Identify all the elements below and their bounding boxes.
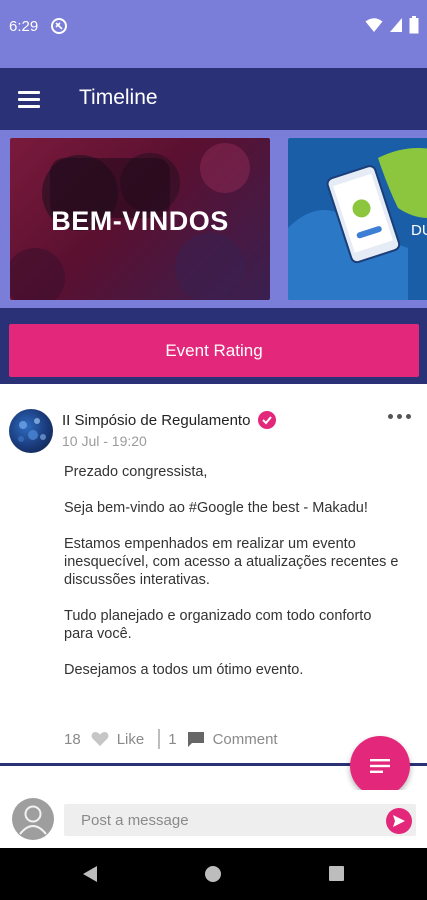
avatar-pattern: [18, 418, 46, 442]
comment-button[interactable]: Comment: [187, 731, 278, 748]
post-author[interactable]: II Simpósio de Regulamento: [62, 411, 277, 429]
heart-icon: [91, 731, 109, 746]
timeline-post: II Simpósio de Regulamento 10 Jul - 19:2…: [0, 384, 427, 766]
post-author-name: II Simpósio de Regulamento: [62, 411, 251, 429]
send-icon: [393, 815, 405, 827]
banner-carousel[interactable]: BEM-VINDOS DU: [0, 130, 427, 308]
system-nav-bar: [0, 848, 427, 900]
post-paragraph: Seja bem-vindo ao #Google the best - Mak…: [64, 500, 368, 516]
post-paragraph: Tudo planejado e organizado com todo con…: [64, 608, 372, 642]
comment-label: Comment: [212, 730, 278, 748]
compose-fab[interactable]: [350, 736, 410, 796]
event-rating-section: Event Rating: [0, 308, 427, 384]
like-button[interactable]: Like: [91, 730, 145, 748]
battery-icon: [409, 16, 419, 34]
phone-illustration: [288, 148, 427, 300]
send-button[interactable]: [386, 808, 412, 834]
comment-icon: [187, 731, 204, 747]
like-label: Like: [116, 730, 145, 748]
user-avatar[interactable]: [12, 798, 54, 840]
event-rating-button[interactable]: Event Rating: [9, 324, 419, 377]
app-bar: Timeline: [0, 68, 427, 130]
post-paragraph: Prezado congressista,: [64, 464, 208, 480]
comment-count: 1: [168, 730, 177, 748]
post-paragraph: Desejamos a todos um ótimo evento.: [64, 662, 304, 678]
post-body: Prezado congressista, Seja bem-vindo ao …: [64, 463, 404, 697]
signal-icon: [390, 18, 402, 32]
post-actions: 18 Like 1 Comment: [64, 729, 278, 749]
actions-divider: [158, 729, 161, 749]
app-notification-icon: [51, 18, 67, 34]
page-title: Timeline: [79, 86, 158, 109]
post-author-avatar[interactable]: [9, 409, 53, 453]
verified-icon: [258, 411, 277, 429]
screen: 6:29 Timeline BEM-VINDOS D Event Rating …: [0, 0, 427, 900]
status-bar: 6:29: [0, 0, 427, 68]
wifi-icon: [365, 18, 383, 32]
status-time: 6:29: [9, 18, 39, 35]
more-options-icon[interactable]: [388, 414, 411, 419]
banner-title: DU: [411, 222, 427, 239]
home-icon[interactable]: [205, 866, 221, 882]
banner-second[interactable]: DU: [288, 138, 427, 300]
recents-icon[interactable]: [329, 866, 344, 881]
banner-title: BEM-VINDOS: [51, 206, 229, 236]
message-composer: [0, 790, 427, 848]
person-icon: [19, 805, 47, 835]
back-icon[interactable]: [82, 865, 98, 883]
status-icons: [365, 16, 419, 34]
post-paragraph: Estamos empenhados em realizar um evento…: [64, 536, 399, 588]
message-input[interactable]: [64, 804, 416, 836]
banner-welcome[interactable]: BEM-VINDOS: [10, 138, 270, 300]
like-count: 18: [64, 730, 81, 748]
hamburger-menu-icon[interactable]: [18, 86, 44, 112]
post-timestamp: 10 Jul - 19:20: [62, 433, 147, 449]
list-icon: [370, 759, 390, 773]
